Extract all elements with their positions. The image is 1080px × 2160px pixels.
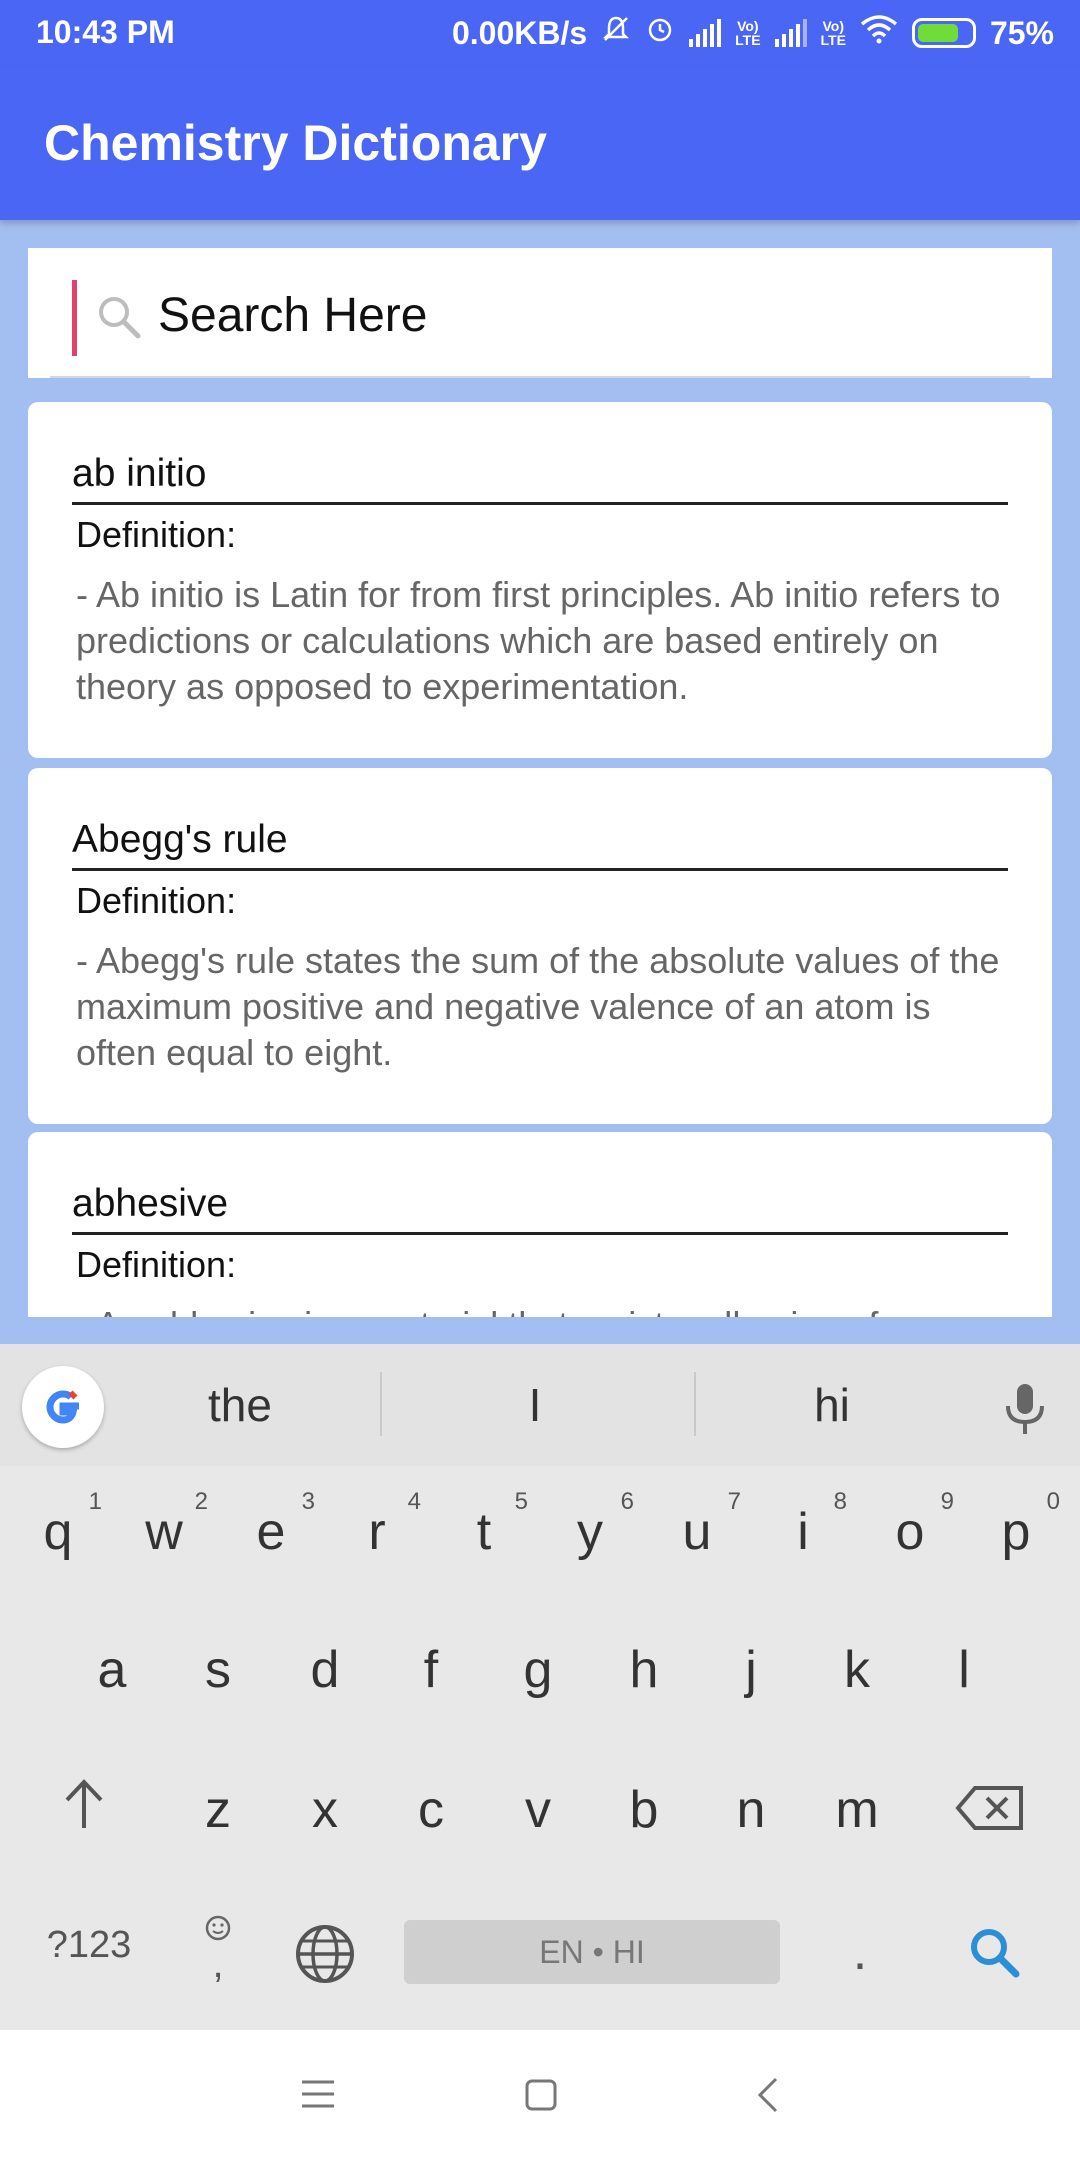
key-p[interactable]: p0 (966, 1488, 1066, 1562)
search-icon (94, 292, 144, 342)
entry-term: Abegg's rule (72, 818, 288, 861)
key-t[interactable]: t5 (434, 1488, 534, 1562)
symbols-key[interactable]: ?123 (34, 1924, 144, 1967)
list-item[interactable]: ab initio Definition: - Ab initio is Lat… (28, 402, 1052, 758)
definition-text: - Abegg's rule states the sum of the abs… (76, 940, 1000, 1073)
battery-charging-icon (911, 18, 976, 48)
wifi-icon (860, 14, 898, 52)
key-k[interactable]: k (807, 1640, 907, 1700)
status-time: 10:43 PM (36, 14, 175, 50)
key-l[interactable]: l (914, 1640, 1014, 1700)
list-item[interactable]: abhesive Definition: - An abhesive is a … (28, 1132, 1052, 1317)
key-c[interactable]: c (381, 1780, 481, 1840)
signal-icon (689, 19, 722, 47)
mic-icon[interactable] (1000, 1380, 1050, 1441)
battery-percent: 75% (989, 14, 1054, 51)
network-speed: 0.00KB/s (451, 14, 588, 51)
key-z[interactable]: z (168, 1780, 268, 1840)
key-u[interactable]: u7 (647, 1488, 747, 1562)
navigation-bar (0, 2030, 1080, 2160)
definition-label: Definition: (76, 1244, 237, 1285)
key-j[interactable]: j (701, 1640, 801, 1700)
search-field[interactable]: Search Here (28, 248, 1052, 378)
entry-list[interactable]: ab initio Definition: - Ab initio is Lat… (28, 402, 1052, 1317)
key-n[interactable]: n (701, 1780, 801, 1840)
definition-text: - Ab initio is Latin for from first prin… (76, 574, 1001, 707)
home-icon[interactable] (524, 2078, 558, 2117)
muted-bell-icon (601, 14, 631, 52)
list-item[interactable]: Abegg's rule Definition: - Abegg's rule … (28, 768, 1052, 1124)
shift-icon[interactable] (34, 1776, 134, 1845)
text-cursor (72, 280, 77, 356)
google-icon[interactable] (22, 1366, 104, 1448)
key-f[interactable]: f (381, 1640, 481, 1700)
suggestion-3[interactable]: hi (712, 1378, 952, 1432)
globe-icon[interactable] (275, 1922, 375, 1999)
soft-keyboard: the I hi q1 w2 e3 r4 t5 y6 u7 i8 o9 p0 a… (0, 1344, 1080, 2030)
key-h[interactable]: h (594, 1640, 694, 1700)
divider (72, 1232, 1008, 1235)
key-g[interactable]: g (488, 1640, 588, 1700)
signal-icon (774, 19, 807, 47)
key-x[interactable]: x (275, 1780, 375, 1840)
key-y[interactable]: y6 (540, 1488, 640, 1562)
alarm-icon (645, 14, 675, 52)
app-bar: Chemistry Dictionary (0, 66, 1080, 220)
divider (380, 1372, 382, 1436)
key-s[interactable]: s (168, 1640, 268, 1700)
suggestion-1[interactable]: the (120, 1378, 360, 1432)
key-i[interactable]: i8 (753, 1488, 853, 1562)
space-key[interactable]: EN • HI (404, 1920, 780, 1984)
entry-term: ab initio (72, 452, 207, 495)
key-m[interactable]: m (807, 1780, 907, 1840)
key-o[interactable]: o9 (860, 1488, 960, 1562)
back-icon[interactable] (754, 2076, 782, 2119)
key-b[interactable]: b (594, 1780, 694, 1840)
search-underline (50, 376, 1030, 378)
status-bar: 10:43 PM 0.00KB/s Vo) LTE Vo) LTE 75% (0, 0, 1080, 66)
divider (72, 868, 1008, 871)
emoji-comma-key[interactable]: , (168, 1914, 268, 1984)
backspace-icon[interactable] (940, 1784, 1040, 1844)
definition-label: Definition: (76, 880, 237, 921)
suggestion-strip: the I hi (0, 1344, 1080, 1466)
app-title: Chemistry Dictionary (44, 115, 547, 171)
volte-icon: Vo) LTE (820, 18, 846, 48)
key-a[interactable]: a (62, 1640, 162, 1700)
key-q[interactable]: q1 (8, 1488, 108, 1562)
menu-icon[interactable] (300, 2078, 336, 2115)
definition-label: Definition: (76, 514, 237, 555)
key-d[interactable]: d (275, 1640, 375, 1700)
volte-icon: Vo) LTE (735, 18, 761, 48)
search-input[interactable]: Search Here (158, 288, 427, 343)
suggestion-2[interactable]: I (415, 1378, 655, 1432)
divider (694, 1372, 696, 1436)
status-icons: 0.00KB/s Vo) LTE Vo) LTE 75% (452, 14, 1054, 52)
search-action-icon[interactable] (944, 1924, 1044, 1993)
period-key[interactable]: . (810, 1922, 910, 1982)
divider (72, 502, 1008, 505)
key-e[interactable]: e3 (221, 1488, 321, 1562)
entry-term: abhesive (72, 1182, 229, 1225)
key-r[interactable]: r4 (327, 1488, 427, 1562)
definition-text: - An abhesive is a material that resists… (76, 1302, 1016, 1317)
key-w[interactable]: w2 (114, 1488, 214, 1562)
key-v[interactable]: v (488, 1780, 588, 1840)
